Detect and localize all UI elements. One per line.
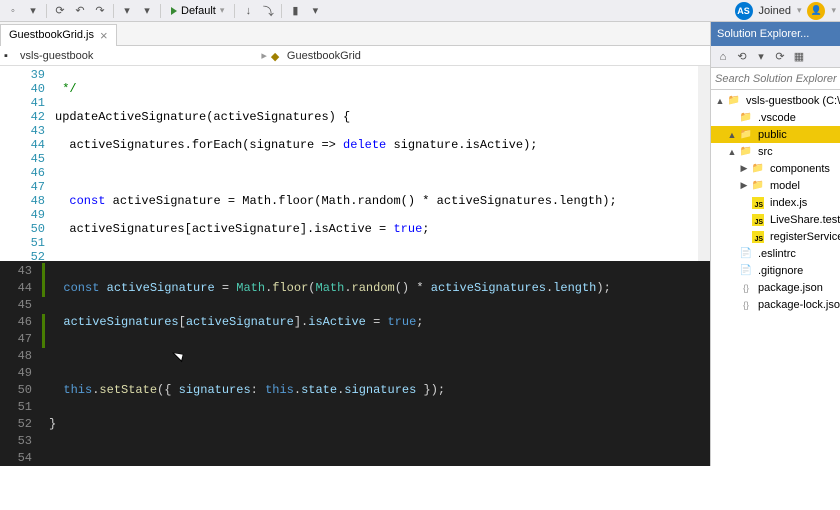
start-debug-button[interactable]: Default ▾	[165, 2, 230, 20]
collapse-icon[interactable]: ▲	[727, 130, 737, 140]
chevron-right-icon: ▸	[261, 49, 267, 62]
show-all-icon[interactable]: ▦	[791, 49, 807, 65]
config-label: Default	[181, 5, 216, 17]
tree-item[interactable]: {} package-lock.json	[711, 296, 840, 313]
close-icon[interactable]: ×	[100, 29, 108, 42]
tree-item-label: components	[770, 163, 830, 175]
breadcrumb-class[interactable]: GuestbookGrid	[287, 50, 361, 62]
user-avatar[interactable]: AS	[735, 2, 753, 20]
folder-icon: 📁	[739, 111, 753, 125]
tree-item[interactable]: 📁 .vscode	[711, 109, 840, 126]
tree-item-label: .vscode	[758, 112, 796, 124]
file-tree[interactable]: ▲📁vsls-guestbook (C:\User📁.vscode▲📁publi…	[711, 90, 840, 466]
panel-header: Solution Explorer... ▾ ×	[711, 22, 840, 46]
toolbar-separator	[46, 4, 47, 18]
json-file-icon: {}	[739, 281, 753, 295]
tree-item-label: .eslintrc	[758, 248, 796, 260]
new-project-icon[interactable]: ◦	[4, 2, 22, 20]
more-icon[interactable]: ▾	[306, 2, 324, 20]
nav-back-icon[interactable]: ↶	[71, 2, 89, 20]
tree-item-label: package-lock.json	[758, 299, 840, 311]
js-file-icon: JS	[751, 196, 765, 210]
tree-item[interactable]: {} package.json	[711, 279, 840, 296]
tree-item[interactable]: ▶📁 model	[711, 177, 840, 194]
sync-icon[interactable]: ⟲	[734, 49, 750, 65]
home-icon[interactable]: ⌂	[715, 49, 731, 65]
save-icon[interactable]: ▾	[118, 2, 136, 20]
expand-icon[interactable]: ▶	[739, 180, 749, 191]
tree-item[interactable]: JS LiveShare.test.js	[711, 211, 840, 228]
tree-item-label: registerServiceWor	[770, 231, 840, 243]
json-file-icon: {}	[739, 298, 753, 312]
save-all-icon[interactable]: ▾	[138, 2, 156, 20]
folder-icon: 📁	[751, 179, 765, 193]
tree-item[interactable]: JS index.js	[711, 194, 840, 211]
project-icon: ▪	[4, 50, 16, 62]
refresh-icon[interactable]: ⟳	[772, 49, 788, 65]
tree-item[interactable]: ▲📁 public	[711, 126, 840, 143]
toolbar-separator	[234, 4, 235, 18]
refresh-icon[interactable]: ⟳	[51, 2, 69, 20]
tree-item-label: vsls-guestbook (C:\User	[746, 95, 840, 107]
step-over-icon[interactable]: ⤵	[259, 2, 277, 20]
editor-tab[interactable]: GuestbookGrid.js ×	[0, 24, 117, 46]
editor-group: GuestbookGrid.js × ▪ vsls-guestbook ▸ ◆ …	[0, 22, 710, 466]
file-icon: 📄	[739, 247, 753, 261]
editor-pane-dark[interactable]: 43 44 45 46 47 48 49 50 51 52 53 54 55 5…	[0, 261, 710, 466]
class-icon: ◆	[271, 50, 283, 62]
toolbar-separator	[281, 4, 282, 18]
nav-fwd-icon[interactable]: ↷	[91, 2, 109, 20]
tree-item[interactable]: 📄 .gitignore	[711, 262, 840, 279]
collapse-icon[interactable]: ▲	[715, 96, 725, 106]
toolbar-separator	[113, 4, 114, 18]
tree-item-label: index.js	[770, 197, 807, 209]
line-gutter: 39 40 41 42 43 44 45 46 47 48 49 50 51 5…	[0, 66, 55, 261]
expand-icon[interactable]: ▶	[739, 163, 749, 174]
tree-item-label: src	[758, 146, 773, 158]
line-gutter: 43 44 45 46 47 48 49 50 51 52 53 54 55 5…	[0, 261, 42, 466]
collapse-icon[interactable]: ▾	[753, 49, 769, 65]
search-input[interactable]	[715, 73, 840, 85]
play-icon	[171, 7, 177, 15]
toolbar-separator	[160, 4, 161, 18]
js-file-icon: JS	[751, 230, 765, 244]
js-file-icon: JS	[751, 213, 765, 227]
main-toolbar: ◦ ▾ ⟳ ↶ ↷ ▾ ▾ Default ▾ ↓ ⤵ ▮ ▾ AS Joine…	[0, 0, 840, 22]
editor-tab-bar: GuestbookGrid.js ×	[0, 22, 710, 46]
collapse-icon[interactable]: ▲	[727, 147, 737, 157]
open-file-icon[interactable]: ▾	[24, 2, 42, 20]
tree-item[interactable]: ▲📁 vsls-guestbook (C:\User	[711, 92, 840, 109]
file-icon: 📄	[739, 264, 753, 278]
tree-item-label: LiveShare.test.js	[770, 214, 840, 226]
breadcrumb-project[interactable]: vsls-guestbook	[20, 50, 93, 62]
tab-filename: GuestbookGrid.js	[9, 29, 94, 41]
folder-icon: 📁	[739, 145, 753, 159]
step-icon[interactable]: ↓	[239, 2, 257, 20]
tree-item[interactable]: ▶📁 components	[711, 160, 840, 177]
tree-item[interactable]: ▲📁 src	[711, 143, 840, 160]
breadcrumb: ▪ vsls-guestbook ▸ ◆ GuestbookGrid	[0, 46, 710, 66]
panel-toolbar: ⌂ ⟲ ▾ ⟳ ▦	[711, 46, 840, 68]
tree-item-label: model	[770, 180, 800, 192]
folder-icon: 📁	[727, 94, 741, 108]
tree-item[interactable]: JS registerServiceWor	[711, 228, 840, 245]
editor-pane-light[interactable]: 39 40 41 42 43 44 45 46 47 48 49 50 51 5…	[0, 66, 710, 261]
search-box[interactable]: 🔍	[711, 68, 840, 90]
scrollbar-vertical[interactable]	[698, 66, 710, 261]
panel-title: Solution Explorer...	[717, 28, 809, 40]
liveshare-status: Joined	[759, 5, 791, 17]
bookmark-icon[interactable]: ▮	[286, 2, 304, 20]
tree-item-label: .gitignore	[758, 265, 803, 277]
tree-item-label: public	[758, 129, 787, 141]
participant-avatar[interactable]: 👤	[807, 2, 825, 20]
code-area-light[interactable]: */ updateActiveSignature(activeSignature…	[55, 66, 710, 261]
solution-explorer: Solution Explorer... ▾ × ⌂ ⟲ ▾ ⟳ ▦ 🔍 ▲📁v…	[710, 22, 840, 466]
folder-icon: 📁	[739, 128, 753, 142]
code-area-dark[interactable]: const activeSignature = Math.floor(Math.…	[45, 261, 710, 466]
tree-item-label: package.json	[758, 282, 823, 294]
folder-icon: 📁	[751, 162, 765, 176]
tree-item[interactable]: 📄 .eslintrc	[711, 245, 840, 262]
